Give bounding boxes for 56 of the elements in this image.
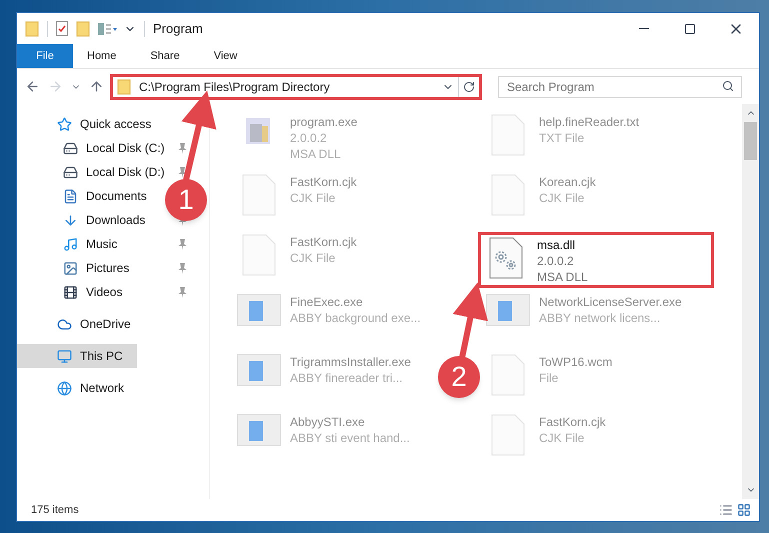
blank-file-icon — [491, 354, 525, 396]
sidebar-item[interactable]: Documents — [17, 184, 155, 208]
blank-file-icon — [491, 114, 525, 156]
item-count: 175 items — [31, 502, 80, 518]
search-field[interactable]: Search Program — [498, 76, 742, 98]
down-arrow-icon — [63, 212, 78, 228]
sidebar-item[interactable]: Network — [17, 376, 132, 400]
folder-icon — [25, 20, 39, 36]
gear-file-icon — [489, 237, 523, 279]
properties-icon — [56, 21, 68, 36]
address-field[interactable]: C:\Program Files\Program Directory — [110, 74, 482, 100]
drive-icon — [63, 164, 78, 180]
application-window-icon — [486, 294, 530, 326]
music-note-icon — [63, 236, 78, 252]
up-icon[interactable] — [89, 79, 104, 94]
maximize-icon — [684, 22, 696, 34]
sidebar-item[interactable]: This PC — [17, 344, 137, 368]
ribbon-tab[interactable]: File — [17, 44, 73, 68]
new-folder-icon — [76, 20, 90, 36]
application-window-icon — [237, 414, 281, 446]
window-title: Program — [153, 20, 203, 38]
search-icon[interactable] — [722, 80, 734, 92]
customize-toolbar-icon — [98, 22, 120, 36]
ribbon-tab[interactable]: View — [200, 44, 252, 68]
monitor-icon — [57, 348, 72, 364]
ribbon-tab[interactable]: Share — [136, 44, 194, 68]
scrollbar[interactable] — [742, 104, 759, 499]
sidebar-item[interactable]: Music — [17, 232, 126, 256]
large-icons-view-icon[interactable] — [737, 503, 751, 517]
blank-file-icon — [491, 414, 525, 456]
sidebar-item[interactable]: Local Disk (C:) — [17, 136, 173, 160]
sidebar-item[interactable]: OneDrive — [17, 312, 139, 336]
globe-icon — [57, 380, 72, 396]
cloud-icon — [57, 316, 72, 332]
application-window-icon — [237, 294, 281, 326]
blank-file-icon — [242, 234, 276, 276]
sidebar-item[interactable]: Downloads — [17, 208, 154, 232]
blank-file-icon — [491, 174, 525, 216]
highlighted-file-item[interactable]: msa.dll 2.0.0.2 MSA DLL — [478, 232, 714, 288]
sidebar-item[interactable]: Pictures — [17, 256, 138, 280]
details-view-icon[interactable] — [719, 503, 733, 517]
blank-file-icon — [242, 174, 276, 216]
folder-icon — [117, 78, 131, 94]
star-icon — [57, 116, 72, 132]
scrollbar-thumb[interactable] — [744, 122, 757, 160]
document-icon — [63, 188, 78, 204]
minimize-icon — [639, 28, 649, 29]
back-icon[interactable] — [25, 79, 40, 94]
film-icon — [63, 284, 78, 300]
picture-icon — [63, 260, 78, 276]
sidebar-item[interactable]: Videos — [17, 280, 130, 304]
application-window-icon — [237, 354, 281, 386]
ribbon-tab[interactable]: Home — [73, 44, 130, 68]
refresh-icon[interactable] — [463, 80, 475, 92]
drive-icon — [63, 140, 78, 156]
sidebar-item[interactable]: Quick access — [17, 112, 160, 136]
